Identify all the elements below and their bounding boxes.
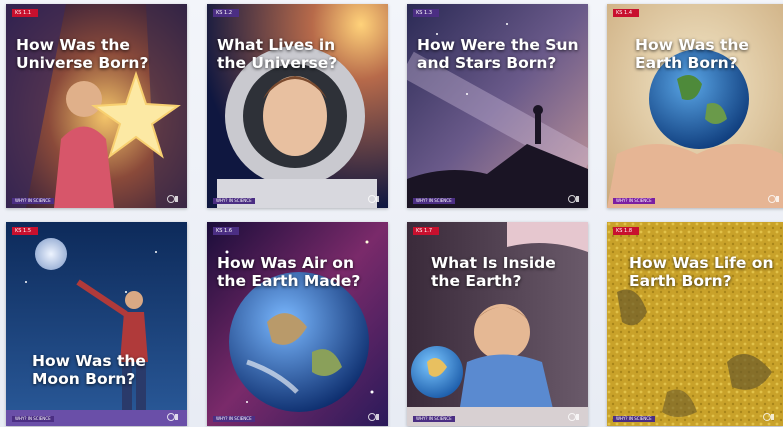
series-label: WHY? IN SCIENCE <box>413 416 455 422</box>
cover-art-earth-space <box>207 222 388 426</box>
publisher-logo-icon <box>568 413 579 421</box>
book-cover-grid: KS 1.1 How Was the Universe Born? WHY? I… <box>0 0 783 427</box>
book-card-sun-stars[interactable]: KS 1.3 How Were the Sun and Stars Born? … <box>407 4 588 208</box>
cover-art-astronaut <box>207 4 388 208</box>
series-label: WHY? IN SCIENCE <box>12 416 54 422</box>
book-card-earth[interactable]: KS 1.4 How Was the Earth Born? WHY? IN S… <box>607 4 783 208</box>
book-title: How Was the Moon Born? <box>32 352 146 388</box>
publisher-logo-icon <box>768 195 779 203</box>
book-card-moon[interactable]: KS 1.5 How Was the Moon Born? WHY? IN SC… <box>6 222 187 426</box>
series-label: WHY? IN SCIENCE <box>213 198 255 204</box>
book-card-lives[interactable]: KS 1.2 What Lives in the Universe? WHY? … <box>207 4 388 208</box>
book-title: How Were the Sun and Stars Born? <box>417 36 579 72</box>
series-label: WHY? IN SCIENCE <box>213 416 255 422</box>
cover-art-child-globe <box>407 222 588 426</box>
cover-art-golden-texture <box>607 222 783 426</box>
book-code-tag: KS 1.5 <box>12 227 38 235</box>
book-title: How Was the Earth Born? <box>635 36 749 72</box>
series-label: WHY? IN SCIENCE <box>613 416 655 422</box>
book-code-tag: KS 1.2 <box>213 9 239 17</box>
publisher-logo-icon <box>167 195 178 203</box>
publisher-logo-icon <box>568 195 579 203</box>
series-label: WHY? IN SCIENCE <box>413 198 455 204</box>
cover-art-boy-moon <box>6 222 187 426</box>
cover-art-child-star <box>6 4 187 208</box>
publisher-logo-icon <box>368 413 379 421</box>
book-code-tag: KS 1.6 <box>213 227 239 235</box>
book-title: How Was Life on Earth Born? <box>629 254 774 290</box>
cover-art-milky-way <box>407 4 588 208</box>
book-card-inside[interactable]: KS 1.7 What Is Inside the Earth? WHY? IN… <box>407 222 588 426</box>
book-card-air[interactable]: KS 1.6 How Was Air on the Earth Made? WH… <box>207 222 388 426</box>
publisher-logo-icon <box>368 195 379 203</box>
book-code-tag: KS 1.1 <box>12 9 38 17</box>
publisher-logo-icon <box>167 413 178 421</box>
book-code-tag: KS 1.4 <box>613 9 639 17</box>
series-label: WHY? IN SCIENCE <box>613 198 655 204</box>
book-card-universe[interactable]: KS 1.1 How Was the Universe Born? WHY? I… <box>6 4 187 208</box>
book-title: How Was the Universe Born? <box>16 36 149 72</box>
cover-art-earth-hands <box>607 4 783 208</box>
book-title: What Lives in the Universe? <box>217 36 338 72</box>
book-title: How Was Air on the Earth Made? <box>217 254 361 290</box>
book-code-tag: KS 1.3 <box>413 9 439 17</box>
book-card-life[interactable]: KS 1.8 How Was Life on Earth Born? WHY? … <box>607 222 783 426</box>
series-label: WHY? IN SCIENCE <box>12 198 54 204</box>
book-title: What Is Inside the Earth? <box>431 254 556 290</box>
book-code-tag: KS 1.7 <box>413 227 439 235</box>
publisher-logo-icon <box>763 413 774 421</box>
book-code-tag: KS 1.8 <box>613 227 639 235</box>
